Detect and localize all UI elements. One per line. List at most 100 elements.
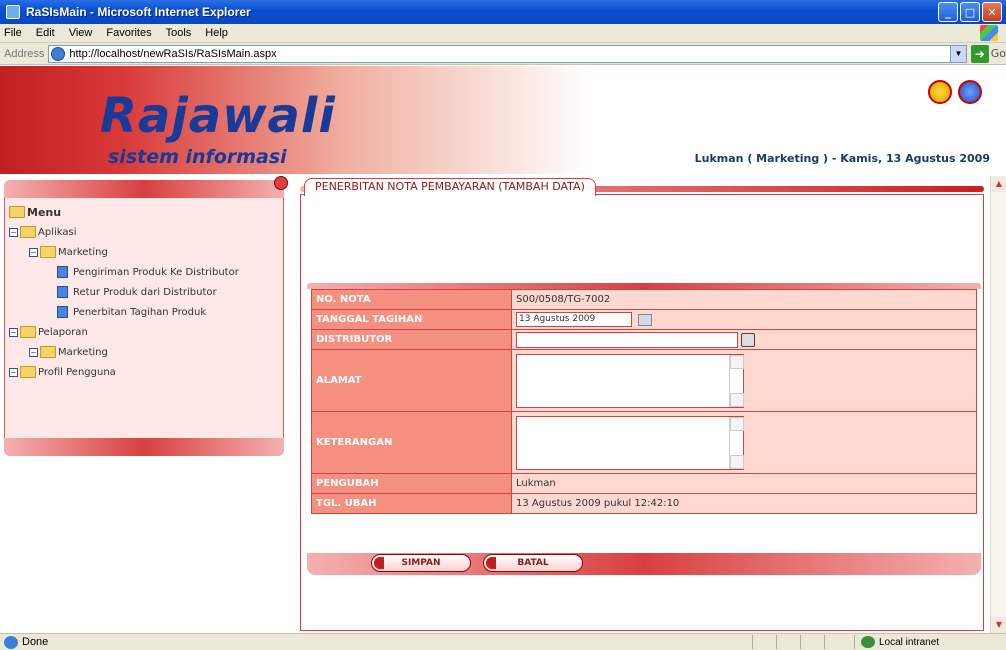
page-scrollbar[interactable]: ▲ ▼ <box>990 176 1006 633</box>
address-dropdown-icon[interactable]: ▼ <box>949 45 966 62</box>
folder-open-icon <box>9 206 25 218</box>
tree-item-label: Profil Pengguna <box>38 366 116 378</box>
tgl-ubah-value: 13 Agustus 2009 pukul 12:42:10 <box>511 493 977 514</box>
form-button-bar: SIMPAN BATAL <box>307 553 981 575</box>
status-text: Done <box>22 636 49 648</box>
tree-item-label: Retur Produk dari Distributor <box>73 286 217 298</box>
distributor-label: DISTRIBUTOR <box>311 329 512 350</box>
menu-favorites[interactable]: Favorites <box>106 27 151 39</box>
tanggal-label: TANGGAL TAGIHAN <box>311 309 512 330</box>
collapse-icon[interactable]: − <box>29 347 38 357</box>
tree-item-pelaporan[interactable]: − Pelaporan <box>9 322 279 342</box>
tree-item-profil[interactable]: − Profil Pengguna <box>9 362 279 382</box>
tree-item-pengiriman[interactable]: Pengiriman Produk Ke Distributor <box>9 262 279 282</box>
window-controls: _ □ ✕ <box>938 2 1002 22</box>
logout-icon[interactable] <box>958 80 982 104</box>
document-icon <box>57 306 68 318</box>
menu-tools[interactable]: Tools <box>166 27 192 39</box>
home-icon[interactable] <box>928 80 952 104</box>
keterangan-label: KETERANGAN <box>311 411 512 474</box>
expand-icon[interactable]: − <box>9 367 18 377</box>
distributor-input[interactable] <box>516 331 738 348</box>
menu-file[interactable]: File <box>4 27 22 39</box>
window-titlebar: RaSIsMain - Microsoft Internet Explorer … <box>0 0 1006 24</box>
distributor-cell <box>511 329 977 350</box>
tree-item-retur[interactable]: Retur Produk dari Distributor <box>9 282 279 302</box>
status-page-icon <box>4 635 18 649</box>
no-nota-label: NO. NOTA <box>311 289 512 310</box>
zone-label: Local intranet <box>879 636 940 648</box>
collapse-icon[interactable]: − <box>9 227 18 237</box>
tree-item-label: Pelaporan <box>38 326 88 338</box>
textarea-scrollbar[interactable] <box>729 354 744 407</box>
security-zone: Local intranet <box>854 635 1002 649</box>
logo-subtitle: sistem informasi <box>108 146 287 168</box>
folder-icon <box>20 366 36 378</box>
lookup-icon[interactable] <box>741 332 755 347</box>
tree-item-label: Marketing <box>58 346 108 358</box>
collapse-icon[interactable]: − <box>29 247 38 257</box>
windows-logo-icon <box>980 25 998 41</box>
textarea-scrollbar[interactable] <box>729 416 744 469</box>
page-content: Rajawali sistem informasi Lukman ( Marke… <box>0 66 990 633</box>
ie-app-icon <box>6 5 20 19</box>
form-row: PENGUBAH Lukman <box>311 473 977 494</box>
folder-open-icon <box>20 326 36 338</box>
collapse-panel-icon[interactable] <box>274 176 288 190</box>
scroll-down-icon[interactable]: ▼ <box>991 617 1006 633</box>
tree-item-label: Penerbitan Tagihan Produk <box>73 306 207 318</box>
menu-view[interactable]: View <box>69 27 93 39</box>
tgl-ubah-label: TGL. UBAH <box>311 493 512 514</box>
nota-form: NO. NOTA S00/0508/TG-7002 TANGGAL TAGIHA… <box>311 289 977 514</box>
go-button[interactable]: Go <box>991 47 1006 60</box>
minimize-button[interactable]: _ <box>938 2 958 22</box>
tree-item-aplikasi[interactable]: − Aplikasi <box>9 222 279 242</box>
form-row: TANGGAL TAGIHAN 13 Agustus 2009 <box>311 309 977 330</box>
maximize-button[interactable]: □ <box>960 2 980 22</box>
calendar-icon[interactable] <box>638 313 652 326</box>
status-segment <box>776 635 800 649</box>
tree-item-label: Pengiriman Produk Ke Distributor <box>73 266 239 278</box>
address-bar: Address http://localhost/newRaSIs/RaSIsM… <box>0 43 1006 65</box>
form-row: KETERANGAN <box>311 411 977 474</box>
menu-tree: Menu − Aplikasi − Marketing Pengiriman P… <box>4 198 284 438</box>
tree-item-marketing-report[interactable]: − Marketing <box>9 342 279 362</box>
close-button[interactable]: ✕ <box>982 2 1002 22</box>
page-icon <box>51 46 66 61</box>
status-segment <box>800 635 824 649</box>
status-segment <box>824 635 848 649</box>
tree-root[interactable]: Menu <box>9 202 279 222</box>
menu-edit[interactable]: Edit <box>36 27 55 39</box>
form-row: TGL. UBAH 13 Agustus 2009 pukul 12:42:10 <box>311 493 977 514</box>
header-banner: Rajawali sistem informasi Lukman ( Marke… <box>0 66 990 174</box>
folder-open-icon <box>40 246 56 258</box>
save-button[interactable]: SIMPAN <box>371 554 471 572</box>
pengubah-label: PENGUBAH <box>311 473 512 494</box>
cancel-button[interactable]: BATAL <box>483 554 583 572</box>
menu-help[interactable]: Help <box>205 27 228 39</box>
tree-root-label: Menu <box>27 205 62 219</box>
address-input[interactable]: http://localhost/newRaSIs/RaSIsMain.aspx… <box>48 44 967 63</box>
alamat-textarea[interactable] <box>516 353 744 408</box>
main-frame: NO. NOTA S00/0508/TG-7002 TANGGAL TAGIHA… <box>300 194 984 631</box>
pengubah-value: Lukman <box>511 473 977 494</box>
window-title: RaSIsMain - Microsoft Internet Explorer <box>26 5 251 19</box>
keterangan-textarea[interactable] <box>516 415 744 470</box>
keterangan-cell <box>511 411 977 474</box>
document-icon <box>57 286 68 298</box>
tanggal-cell: 13 Agustus 2009 <box>511 309 977 330</box>
form-header: PENERBITAN NOTA PEMBAYARAN (TAMBAH DATA) <box>300 176 984 196</box>
status-bar: Done Local intranet <box>0 633 1006 650</box>
tree-item-penerbitan[interactable]: Penerbitan Tagihan Produk <box>9 302 279 322</box>
address-url: http://localhost/newRaSIs/RaSIsMain.aspx <box>69 47 277 60</box>
no-nota-value: S00/0508/TG-7002 <box>511 289 977 310</box>
tanggal-input[interactable]: 13 Agustus 2009 <box>516 312 632 327</box>
folder-icon <box>40 346 56 358</box>
document-icon <box>57 266 68 278</box>
scroll-up-icon[interactable]: ▲ <box>991 176 1006 192</box>
folder-open-icon <box>20 226 36 238</box>
collapse-icon[interactable]: − <box>9 327 18 337</box>
tree-item-marketing[interactable]: − Marketing <box>9 242 279 262</box>
go-arrow-icon[interactable]: ➜ <box>970 44 989 63</box>
intranet-icon <box>861 636 875 648</box>
